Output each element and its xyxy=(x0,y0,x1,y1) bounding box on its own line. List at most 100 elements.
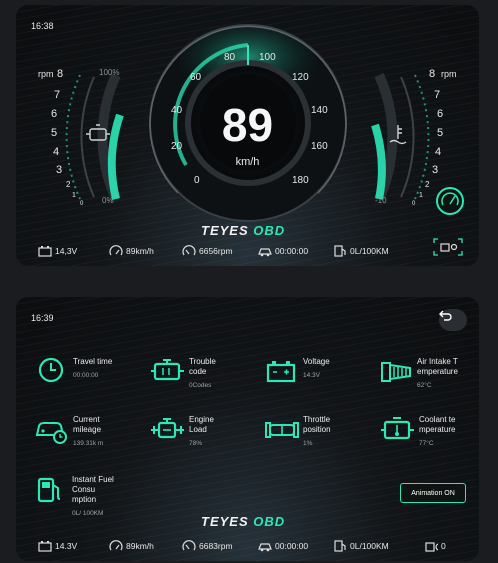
tachometer-icon xyxy=(182,540,196,551)
air-intake-value: 62°C xyxy=(417,382,432,389)
fuel-pump-icon xyxy=(37,477,61,503)
obd-connection-button[interactable] xyxy=(433,238,463,256)
status-fuel-value: 0L/100KM xyxy=(350,246,389,256)
rpm-tick: 0 xyxy=(80,201,84,207)
data-panel: 16:39 Travel time 00:00:00 Trouble code … xyxy=(16,297,479,561)
status-voltage: 14.3V xyxy=(38,540,77,552)
car-mileage-icon xyxy=(35,422,67,444)
speed-tick: 120 xyxy=(292,72,309,83)
brand-logo: TEYES OBD xyxy=(201,514,285,529)
throttle-position-value: 1% xyxy=(303,440,313,447)
status-time: 00:00:00 xyxy=(258,540,308,552)
throttle-icon xyxy=(265,422,299,438)
instant-fuel-label: Instant Fuel Consu mption xyxy=(72,475,114,504)
voltage-value: 14.3V xyxy=(303,372,320,379)
brand-obd-text: OBD xyxy=(253,514,286,529)
status-time-value: 00:00:00 xyxy=(275,246,309,256)
status-time-value: 00:00:00 xyxy=(275,541,309,551)
engine-load-icon xyxy=(151,418,184,439)
right-tick: 1 xyxy=(419,192,423,199)
back-button[interactable] xyxy=(439,309,467,331)
throttle-position-label: Throttle position xyxy=(303,415,331,434)
brand-main-text: TEYES xyxy=(201,514,249,529)
tachometer-icon xyxy=(182,245,196,256)
rpm-tick: 8 xyxy=(57,68,63,80)
right-tick: 8 xyxy=(429,68,435,80)
rpm-tick: 2 xyxy=(66,180,71,189)
status-rpm: 6683rpm xyxy=(182,540,233,552)
trouble-code-value: 0Codes xyxy=(189,382,212,389)
engine-icon xyxy=(151,359,184,381)
status-rpm-value: 6683rpm xyxy=(199,541,233,551)
air-intake-label: Air Intake T emperature xyxy=(417,357,458,376)
speedometer-icon xyxy=(109,245,123,256)
air-intake-item[interactable]: Air Intake T emperature 62°C xyxy=(380,357,473,390)
speed-tick: 60 xyxy=(190,72,202,83)
status-voltage-value: 14.3V xyxy=(55,541,78,551)
speedometer-icon xyxy=(109,540,123,551)
current-mileage-label: Current mileage xyxy=(73,415,102,434)
fuel-icon xyxy=(334,540,346,552)
status-time: 00:00:00 xyxy=(258,245,308,257)
car-timer-icon xyxy=(258,543,272,552)
battery-icon xyxy=(266,361,296,383)
rpm-unit-label: rpm xyxy=(38,69,54,79)
engine-load-label: Engine Load xyxy=(189,415,214,434)
status-bar: 14,3V 89km/h 6656rpm 00:00:00 0L/100KM xyxy=(16,236,479,266)
back-arrow-icon xyxy=(439,310,452,321)
status-speed-value: 89km/h xyxy=(126,246,154,256)
air-intake-icon xyxy=(381,362,411,382)
speed-tick: 0 xyxy=(194,175,200,186)
status-fuel: 0L/100KM xyxy=(333,540,389,552)
status-bar: 14.3V 89km/h 6683rpm 00:00:00 0L/100KM 0 xyxy=(16,531,479,561)
right-tick: 2 xyxy=(425,180,430,189)
current-mileage-value: 139.31k m xyxy=(73,440,104,447)
status-voltage: 14,3V xyxy=(38,245,77,257)
status-rpm: 6656rpm xyxy=(182,245,233,257)
status-fuel: 0L/100KM xyxy=(333,245,389,257)
fuel-icon xyxy=(334,245,346,257)
coolant-temperature-item[interactable]: Coolant te mperature 77°C xyxy=(380,415,469,448)
status-fuel-value: 0L/100KM xyxy=(350,541,389,551)
throttle-position-item[interactable]: Throttle position 1% xyxy=(264,415,343,448)
speed-tick: 80 xyxy=(224,52,236,63)
travel-time-item[interactable]: Travel time 00:00:00 xyxy=(38,357,112,387)
obd-connection-button[interactable]: 0 xyxy=(424,540,446,552)
instant-fuel-item[interactable]: Instant Fuel Consu mption 0L/ 100KM xyxy=(36,475,118,518)
speed-unit: km/h xyxy=(235,156,260,168)
trouble-code-item[interactable]: Trouble code 0Codes xyxy=(150,357,229,390)
temp-bottom-label: -10 xyxy=(375,196,387,205)
instant-fuel-value: 0L/ 100KM xyxy=(72,510,104,517)
car-timer-icon xyxy=(258,248,272,257)
engine-load-value: 78% xyxy=(189,440,203,447)
engine-load-item[interactable]: Engine Load 78% xyxy=(150,415,225,448)
fuel-top-label: 100% xyxy=(99,68,119,77)
battery-icon xyxy=(38,246,52,257)
status-speed: 89km/h xyxy=(109,540,154,552)
fuel-bottom-label: 0% xyxy=(102,196,114,205)
voltage-label: Voltage xyxy=(303,357,330,366)
speed-tick: 100 xyxy=(259,52,276,63)
status-speed-value: 89km/h xyxy=(126,541,154,551)
rpm-tick: 1 xyxy=(72,192,76,199)
coolant-temperature-label: Coolant te mperature xyxy=(419,415,456,434)
status-rpm-value: 6656rpm xyxy=(199,246,233,256)
coolant-icon xyxy=(381,417,414,440)
gauge-mode-button[interactable] xyxy=(436,187,464,215)
travel-time-value: 00:00:00 xyxy=(73,372,99,379)
coolant-temperature-value: 77°C xyxy=(419,440,434,447)
right-tick: 0 xyxy=(412,201,416,207)
current-mileage-item[interactable]: Current mileage 139.31k m xyxy=(34,415,109,448)
obd-connector-icon xyxy=(425,542,438,552)
battery-icon xyxy=(38,541,52,552)
clock-time: 16:39 xyxy=(31,313,54,323)
status-speed: 89km/h xyxy=(109,245,154,257)
speed-value: 89 xyxy=(221,99,274,151)
voltage-item[interactable]: Voltage 14.3V xyxy=(266,357,330,387)
trouble-code-label: Trouble code xyxy=(189,357,216,376)
speed-tick: 180 xyxy=(292,175,309,186)
animation-toggle-button[interactable]: Animation ON xyxy=(400,483,466,503)
rpm-unit-label-right: rpm xyxy=(441,69,457,79)
obd-count: 0 xyxy=(441,541,446,551)
travel-time-label: Travel time xyxy=(73,357,113,366)
